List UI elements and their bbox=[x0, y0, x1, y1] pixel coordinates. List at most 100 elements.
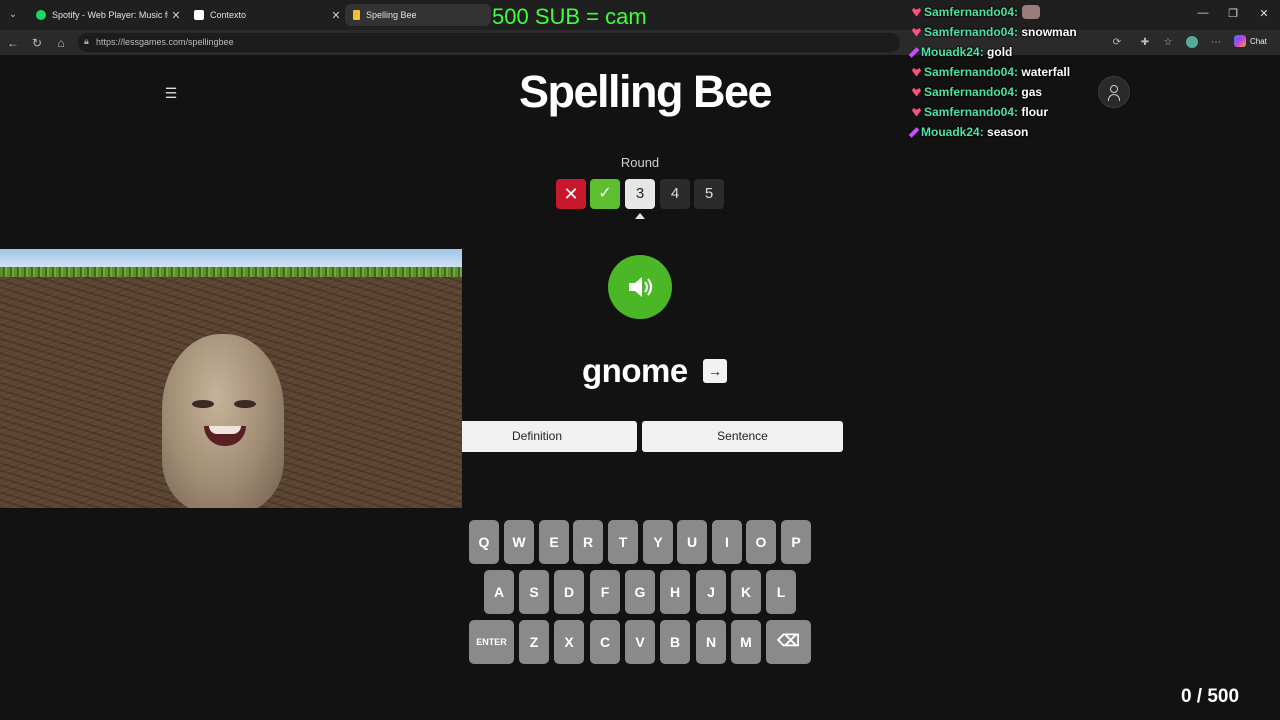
tab-contexto[interactable]: Contexto ✕ bbox=[186, 4, 344, 26]
key-h[interactable]: H bbox=[660, 570, 690, 614]
home-icon[interactable]: ⌂ bbox=[53, 35, 69, 51]
chat-text: waterfall bbox=[1021, 65, 1071, 79]
round-1-wrong: ✕ bbox=[556, 179, 586, 209]
heart-badge-icon bbox=[912, 107, 921, 117]
definition-button[interactable]: Definition bbox=[437, 421, 637, 452]
chat-message: Mouadk24: season bbox=[908, 122, 1112, 142]
key-b[interactable]: B bbox=[660, 620, 690, 664]
teeth bbox=[209, 426, 241, 434]
contexto-favicon-icon bbox=[194, 10, 204, 20]
heart-badge-icon bbox=[912, 87, 921, 97]
submit-arrow-button[interactable]: → bbox=[703, 359, 727, 383]
chat-text: season bbox=[987, 125, 1029, 139]
key-l[interactable]: L bbox=[766, 570, 796, 614]
key-d[interactable]: D bbox=[554, 570, 584, 614]
left-eye bbox=[192, 400, 214, 408]
chat-text: gas bbox=[1021, 85, 1043, 99]
chat-button-label: Chat bbox=[1250, 36, 1267, 46]
score-counter: 0 / 500 bbox=[1180, 686, 1240, 707]
more-options-icon[interactable]: ⋯ bbox=[1209, 36, 1223, 50]
sentence-button[interactable]: Sentence bbox=[642, 421, 843, 452]
key-x[interactable]: X bbox=[554, 620, 584, 664]
chat-message: Samfernando04: flour bbox=[912, 102, 1112, 122]
extensions-icon[interactable]: ⟳ bbox=[1110, 36, 1124, 50]
key-q[interactable]: Q bbox=[469, 520, 499, 564]
chat-text: flour bbox=[1021, 105, 1049, 119]
key-e[interactable]: E bbox=[539, 520, 569, 564]
key-p[interactable]: P bbox=[781, 520, 811, 564]
tab-spelling-bee[interactable]: Spelling Bee bbox=[345, 4, 491, 26]
key-g[interactable]: G bbox=[625, 570, 655, 614]
key-v[interactable]: V bbox=[625, 620, 655, 664]
lock-icon: 🔒︎ bbox=[84, 36, 89, 46]
spotify-favicon-icon bbox=[36, 10, 46, 20]
heart-badge-icon bbox=[912, 67, 921, 77]
key-k[interactable]: K bbox=[731, 570, 761, 614]
puzzle-icon[interactable]: ✚ bbox=[1138, 36, 1152, 50]
speaker-icon bbox=[629, 277, 653, 297]
reload-icon[interactable]: ↻ bbox=[29, 35, 45, 51]
key-f[interactable]: F bbox=[590, 570, 620, 614]
key-j[interactable]: J bbox=[696, 570, 726, 614]
copilot-chat-button[interactable]: Chat bbox=[1234, 35, 1267, 47]
key-y[interactable]: Y bbox=[643, 520, 673, 564]
url-text: https://lessgames.com/spellingbee bbox=[96, 37, 234, 47]
restore-icon[interactable]: ❐ bbox=[1223, 7, 1243, 20]
round-2-correct: ✓ bbox=[590, 179, 620, 209]
backspace-key[interactable]: ⌫ bbox=[766, 620, 811, 664]
play-word-audio-button[interactable] bbox=[608, 255, 672, 319]
heart-badge-icon bbox=[912, 7, 921, 17]
key-c[interactable]: C bbox=[590, 620, 620, 664]
key-w[interactable]: W bbox=[504, 520, 534, 564]
chat-text: snowman bbox=[1021, 25, 1077, 39]
right-eye bbox=[234, 400, 256, 408]
minimize-icon[interactable]: — bbox=[1193, 7, 1213, 19]
key-s[interactable]: S bbox=[519, 570, 549, 614]
tab-actions-menu-icon[interactable]: ⌄ bbox=[6, 8, 20, 22]
tab-title: Contexto bbox=[210, 10, 247, 20]
back-arrow-icon[interactable]: ← bbox=[5, 35, 21, 51]
chat-username: Samfernando04 bbox=[924, 5, 1015, 19]
typed-word: gnome bbox=[582, 352, 688, 389]
enter-key[interactable]: ENTER bbox=[469, 620, 514, 664]
copilot-icon bbox=[1234, 35, 1246, 47]
tab-spotify[interactable]: Spotify - Web Player: Music for ev ✕ bbox=[28, 4, 184, 26]
key-a[interactable]: A bbox=[484, 570, 514, 614]
chat-username: Mouadk24 bbox=[921, 45, 980, 59]
address-bar[interactable]: 🔒︎ https://lessgames.com/spellingbee bbox=[78, 33, 900, 52]
profile-avatar-icon[interactable] bbox=[1185, 36, 1199, 50]
chat-username: Samfernando04 bbox=[924, 25, 1015, 39]
chat-username: Samfernando04 bbox=[924, 65, 1015, 79]
key-t[interactable]: T bbox=[608, 520, 638, 564]
spelling-bee-favicon-icon bbox=[353, 10, 360, 20]
key-n[interactable]: N bbox=[696, 620, 726, 664]
key-u[interactable]: U bbox=[677, 520, 707, 564]
key-o[interactable]: O bbox=[746, 520, 776, 564]
chat-username: Samfernando04 bbox=[924, 85, 1015, 99]
sub-goal-text: 500 SUB = cam bbox=[492, 4, 647, 29]
round-4: 4 bbox=[660, 179, 690, 209]
potato-face-avatar bbox=[162, 334, 284, 508]
heart-badge-icon bbox=[912, 27, 921, 37]
chat-message: Samfernando04: waterfall bbox=[912, 62, 1112, 82]
pen-badge-icon bbox=[908, 126, 920, 138]
current-round-indicator bbox=[635, 213, 645, 219]
close-tab-icon[interactable]: ✕ bbox=[168, 9, 184, 22]
chat-message: Mouadk24: gold bbox=[908, 42, 1112, 62]
stream-chat-overlay: Samfernando04: Samfernando04: snowman Mo… bbox=[908, 2, 1112, 142]
key-z[interactable]: Z bbox=[519, 620, 549, 664]
key-m[interactable]: M bbox=[731, 620, 761, 664]
key-r[interactable]: R bbox=[573, 520, 603, 564]
chat-text: gold bbox=[987, 45, 1013, 59]
favorites-icon[interactable]: ☆ bbox=[1161, 36, 1175, 50]
chat-message: Samfernando04: bbox=[912, 2, 1112, 22]
close-tab-icon[interactable]: ✕ bbox=[328, 9, 344, 22]
close-window-icon[interactable]: ✕ bbox=[1254, 7, 1274, 20]
webcam-overlay bbox=[0, 249, 462, 508]
round-label: Round bbox=[620, 155, 660, 170]
round-3-current: 3 bbox=[625, 179, 655, 209]
round-5: 5 bbox=[694, 179, 724, 209]
cat-emote-icon bbox=[1022, 5, 1041, 19]
key-i[interactable]: I bbox=[712, 520, 742, 564]
tab-title: Spelling Bee bbox=[366, 10, 417, 20]
